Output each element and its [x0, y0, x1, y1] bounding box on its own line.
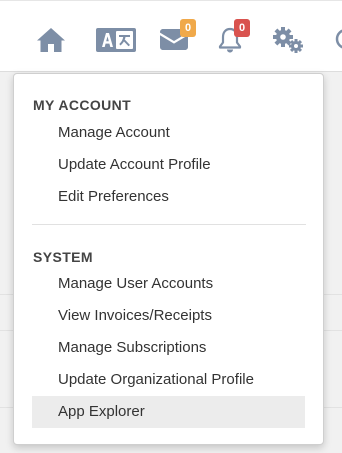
settings-dropdown-menu: MY ACCOUNT Manage Account Update Account…	[13, 73, 324, 445]
menu-item-edit-preferences[interactable]: Edit Preferences	[32, 181, 305, 213]
mail-count-badge: 0	[180, 19, 196, 37]
language-icon[interactable]	[96, 28, 136, 52]
home-icon[interactable]	[36, 27, 66, 53]
menu-item-manage-subscriptions[interactable]: Manage Subscriptions	[32, 332, 305, 364]
menu-item-update-account-profile[interactable]: Update Account Profile	[32, 149, 305, 181]
search-icon[interactable]	[334, 27, 342, 53]
menu-item-manage-account[interactable]: Manage Account	[32, 117, 305, 149]
top-toolbar: 0 0	[0, 0, 342, 72]
notification-count-badge: 0	[234, 19, 250, 37]
system-section-title: SYSTEM	[33, 249, 93, 265]
menu-divider	[32, 224, 306, 225]
menu-item-update-organizational-profile[interactable]: Update Organizational Profile	[32, 364, 305, 396]
menu-item-app-explorer[interactable]: App Explorer	[32, 396, 305, 428]
menu-item-view-invoices-receipts[interactable]: View Invoices/Receipts	[32, 300, 305, 332]
my-account-section-title: MY ACCOUNT	[33, 97, 132, 113]
gears-icon[interactable]	[272, 26, 306, 54]
menu-item-manage-user-accounts[interactable]: Manage User Accounts	[32, 268, 305, 300]
